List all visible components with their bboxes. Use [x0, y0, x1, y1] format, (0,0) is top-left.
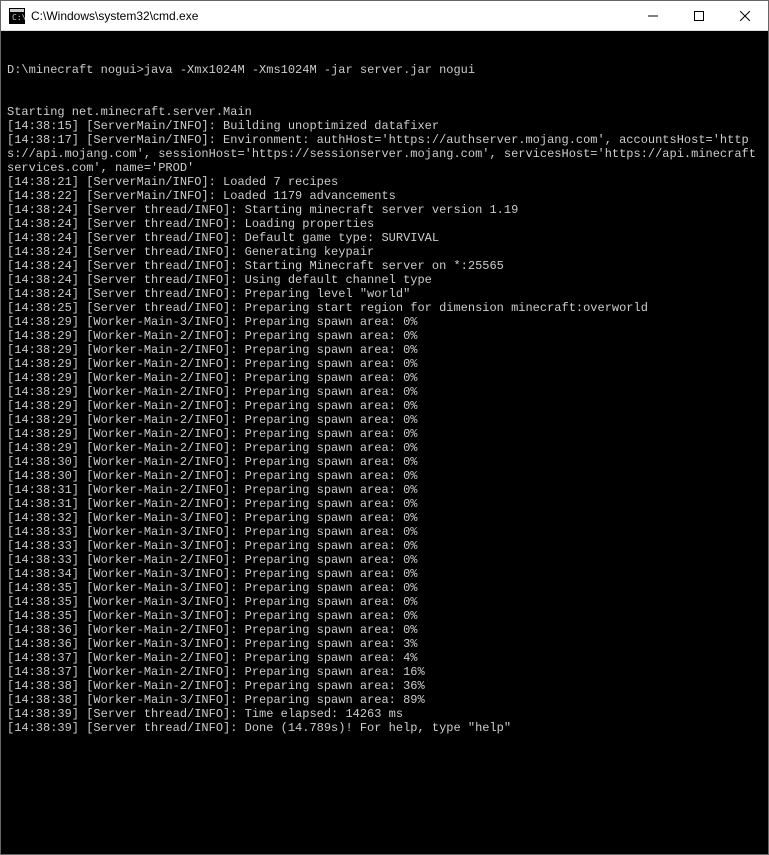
svg-text:C:\: C:\ — [12, 13, 25, 22]
command: java -Xmx1024M -Xms1024M -jar server.jar… — [144, 63, 475, 77]
output-line: [14:38:36] [Worker-Main-2/INFO]: Prepari… — [7, 623, 762, 637]
output-line: [14:38:31] [Worker-Main-2/INFO]: Prepari… — [7, 483, 762, 497]
terminal-output[interactable]: D:\minecraft nogui>java -Xmx1024M -Xms10… — [1, 31, 768, 854]
output-line: [14:38:29] [Worker-Main-2/INFO]: Prepari… — [7, 399, 762, 413]
output-line: [14:38:29] [Worker-Main-2/INFO]: Prepari… — [7, 413, 762, 427]
output-line: [14:38:30] [Worker-Main-2/INFO]: Prepari… — [7, 455, 762, 469]
output-line: [14:38:31] [Worker-Main-2/INFO]: Prepari… — [7, 497, 762, 511]
output-line: [14:38:33] [Worker-Main-3/INFO]: Prepari… — [7, 539, 762, 553]
output-line: [14:38:24] [Server thread/INFO]: Prepari… — [7, 287, 762, 301]
output-line: [14:38:22] [ServerMain/INFO]: Loaded 117… — [7, 189, 762, 203]
output-line: [14:38:35] [Worker-Main-3/INFO]: Prepari… — [7, 609, 762, 623]
output-line: [14:38:33] [Worker-Main-3/INFO]: Prepari… — [7, 525, 762, 539]
cmd-icon: C:\ — [9, 8, 25, 24]
output-line: [14:38:37] [Worker-Main-2/INFO]: Prepari… — [7, 651, 762, 665]
output-line: [14:38:21] [ServerMain/INFO]: Loaded 7 r… — [7, 175, 762, 189]
output-line: [14:38:36] [Worker-Main-3/INFO]: Prepari… — [7, 637, 762, 651]
output-line: [14:38:29] [Worker-Main-2/INFO]: Prepari… — [7, 441, 762, 455]
maximize-button[interactable] — [676, 1, 722, 30]
close-button[interactable] — [722, 1, 768, 30]
output-line: [14:38:17] [ServerMain/INFO]: Environmen… — [7, 133, 762, 175]
output-line: [14:38:38] [Worker-Main-3/INFO]: Prepari… — [7, 693, 762, 707]
output-line: [14:38:34] [Worker-Main-3/INFO]: Prepari… — [7, 567, 762, 581]
command-line: D:\minecraft nogui>java -Xmx1024M -Xms10… — [7, 63, 762, 77]
output-line: [14:38:39] [Server thread/INFO]: Time el… — [7, 707, 762, 721]
output-line: [14:38:24] [Server thread/INFO]: Using d… — [7, 273, 762, 287]
output-line: [14:38:29] [Worker-Main-2/INFO]: Prepari… — [7, 385, 762, 399]
output-line: [14:38:29] [Worker-Main-2/INFO]: Prepari… — [7, 329, 762, 343]
window-title: C:\Windows\system32\cmd.exe — [31, 9, 630, 23]
output-line: [14:38:15] [ServerMain/INFO]: Building u… — [7, 119, 762, 133]
cmd-window: C:\ C:\Windows\system32\cmd.exe D:\minec… — [0, 0, 769, 855]
output-line: [14:38:32] [Worker-Main-3/INFO]: Prepari… — [7, 511, 762, 525]
output-line: [14:38:24] [Server thread/INFO]: Loading… — [7, 217, 762, 231]
output-line: [14:38:39] [Server thread/INFO]: Done (1… — [7, 721, 762, 735]
prompt: D:\minecraft nogui> — [7, 63, 144, 77]
output-line: [14:38:29] [Worker-Main-2/INFO]: Prepari… — [7, 357, 762, 371]
output-line: [14:38:35] [Worker-Main-3/INFO]: Prepari… — [7, 595, 762, 609]
output-line: [14:38:25] [Server thread/INFO]: Prepari… — [7, 301, 762, 315]
output-line: [14:38:24] [Server thread/INFO]: Generat… — [7, 245, 762, 259]
output-line: [14:38:24] [Server thread/INFO]: Default… — [7, 231, 762, 245]
output-line: [14:38:24] [Server thread/INFO]: Startin… — [7, 203, 762, 217]
output-line: [14:38:29] [Worker-Main-2/INFO]: Prepari… — [7, 343, 762, 357]
window-controls — [630, 1, 768, 30]
output-line: [14:38:29] [Worker-Main-2/INFO]: Prepari… — [7, 427, 762, 441]
output-line: [14:38:33] [Worker-Main-2/INFO]: Prepari… — [7, 553, 762, 567]
output-line: [14:38:35] [Worker-Main-3/INFO]: Prepari… — [7, 581, 762, 595]
minimize-button[interactable] — [630, 1, 676, 30]
output-line: [14:38:29] [Worker-Main-3/INFO]: Prepari… — [7, 315, 762, 329]
output-line: Starting net.minecraft.server.Main — [7, 105, 762, 119]
output-line: [14:38:38] [Worker-Main-2/INFO]: Prepari… — [7, 679, 762, 693]
output-lines-container: Starting net.minecraft.server.Main[14:38… — [7, 105, 762, 735]
output-line: [14:38:30] [Worker-Main-2/INFO]: Prepari… — [7, 469, 762, 483]
output-line: [14:38:37] [Worker-Main-2/INFO]: Prepari… — [7, 665, 762, 679]
titlebar[interactable]: C:\ C:\Windows\system32\cmd.exe — [1, 1, 768, 31]
output-line: [14:38:24] [Server thread/INFO]: Startin… — [7, 259, 762, 273]
output-line: [14:38:29] [Worker-Main-2/INFO]: Prepari… — [7, 371, 762, 385]
